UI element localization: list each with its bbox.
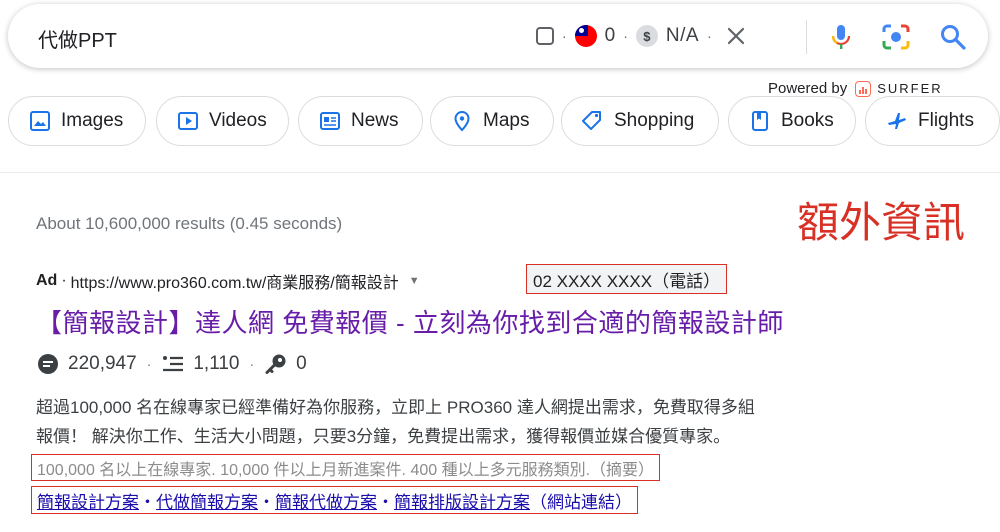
list-icon (163, 356, 184, 372)
chat-bubble-icon (38, 354, 58, 374)
ad-label: Ad (36, 272, 58, 289)
ad-description: 超過100,000 名在線專家已經準備好為你服務，立即上 PRO360 達人網提… (36, 393, 896, 451)
ad-summary-annotation: 100,000 名以上在線專家. 10,000 件以上月新進案件. 400 種以… (31, 454, 661, 481)
tag-icon (582, 111, 601, 130)
key-icon (265, 354, 286, 374)
ad-url-line: Ad · https://www.pro360.com.tw/商業服務/簡報設計… (36, 269, 420, 293)
chip-label: Shopping (614, 110, 695, 131)
annotation-extra-info: 額外資訊 (797, 199, 966, 246)
chip-label: Maps (483, 110, 530, 131)
divider (0, 172, 1000, 173)
listings-count: 1,110 (193, 353, 240, 374)
keys-metric: 0 (264, 352, 307, 376)
separator-dot: · (562, 28, 567, 44)
sitelink[interactable]: 代做簡報方案 (156, 488, 258, 513)
surfer-logo-icon (855, 80, 872, 97)
chip-books[interactable]: Books (728, 96, 856, 146)
search-icon[interactable] (938, 22, 968, 52)
keys-count: 0 (296, 353, 307, 374)
chip-label: Books (781, 110, 834, 131)
chip-label: Images (61, 110, 124, 131)
dollar-icon: $ (635, 25, 658, 47)
chip-label: Videos (209, 110, 267, 131)
chip-shopping[interactable]: Shopping (561, 96, 719, 146)
map-pin-icon (454, 110, 470, 132)
book-icon (752, 111, 768, 131)
powered-by-surfer: Powered by SURFER (768, 80, 943, 97)
ad-phone-annotation: 02 XXXX XXXX（電話） (526, 264, 728, 294)
separator-dot: · (707, 28, 712, 44)
flag-count: 0 (604, 25, 616, 46)
chip-maps[interactable]: Maps (430, 96, 554, 146)
ad-bullet: · (61, 272, 67, 289)
checkbox[interactable] (536, 27, 554, 45)
listings-metric: 1,110 (161, 353, 240, 375)
camera-icon[interactable] (880, 22, 912, 52)
separator-dot: · (249, 356, 255, 372)
news-icon (320, 112, 340, 130)
ad-title-link[interactable]: 【簡報設計】達人網 免費報價 - 立刻為你找到合適的簡報設計師 (36, 303, 784, 340)
close-icon[interactable] (724, 24, 748, 48)
image-icon (30, 111, 50, 131)
sitelinks-suffix: （網站連結） (530, 492, 632, 512)
chip-images[interactable]: Images (8, 96, 146, 146)
plane-icon (888, 113, 906, 129)
separator-dot: · (623, 28, 628, 44)
ad-metrics: 220,947 · 1,110 · 0 (36, 352, 307, 376)
sitelink[interactable]: 簡報代做方案 (275, 488, 377, 513)
cpc-value: N/A (665, 25, 700, 46)
description-line: 報價！ 解決你工作、生活大小問題，只要3分鐘，免費提出需求，獲得報價並媒合優質專… (36, 427, 731, 446)
chip-label: News (351, 110, 399, 131)
chip-news[interactable]: News (298, 96, 423, 146)
ad-url[interactable]: https://www.pro360.com.tw/商業服務/簡報設計 (71, 269, 399, 293)
sitelink[interactable]: 簡報排版設計方案 (394, 488, 530, 513)
chip-flights[interactable]: Flights (865, 96, 1000, 146)
surfer-brand: SURFER (877, 81, 943, 96)
sitelink[interactable]: 簡報設計方案 (37, 488, 139, 513)
sitelink-separator: ・ (258, 492, 275, 512)
reviews-count: 220,947 (68, 353, 137, 374)
surfer-toolbar: · 0 · $ N/A · (536, 22, 748, 50)
search-bar[interactable]: 代做PPT · 0 · $ N/A · (8, 4, 988, 68)
microphone-icon[interactable] (826, 22, 856, 52)
reviews-metric: 220,947 (36, 352, 137, 376)
taiwan-flag-icon (574, 25, 597, 47)
result-stats: About 10,600,000 results (0.45 seconds) (36, 214, 343, 233)
chip-videos[interactable]: Videos (156, 96, 289, 146)
chip-label: Flights (918, 110, 974, 131)
caret-down-icon[interactable]: ▼ (409, 275, 420, 287)
sitelink-separator: ・ (377, 492, 394, 512)
description-line: 超過100,000 名在線專家已經準備好為你服務，立即上 PRO360 達人網提… (36, 398, 755, 417)
search-input[interactable]: 代做PPT (38, 24, 117, 53)
play-icon (178, 112, 198, 130)
sitelink-separator: ・ (139, 492, 156, 512)
powered-by-label: Powered by (768, 80, 848, 97)
separator-dot: · (146, 356, 152, 372)
ad-sitelinks: 簡報設計方案 ・ 代做簡報方案 ・ 簡報代做方案 ・ 簡報排版設計方案 （網站連… (31, 486, 638, 514)
divider (806, 20, 807, 54)
